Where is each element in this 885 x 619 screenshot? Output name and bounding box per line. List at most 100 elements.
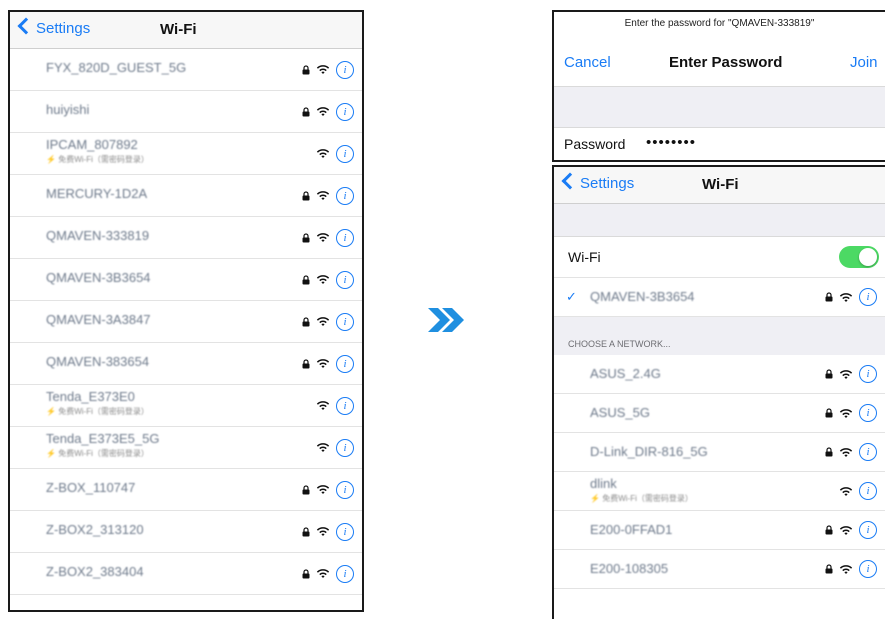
network-status-icons: i [825, 394, 877, 432]
network-row[interactable]: Z-BOX2_313120 i [10, 511, 362, 553]
network-name: Z-BOX2_313120 [46, 522, 144, 537]
network-name: ASUS_5G [590, 405, 650, 420]
left-settings-back-button[interactable]: Settings [16, 17, 91, 37]
network-row[interactable]: huiyishi i [10, 91, 362, 133]
network-name: D-Link_DIR-816_5G [590, 444, 708, 459]
network-row[interactable]: Tenda_E373E5_5G ⚡ 免费Wi-Fi（需密码登录） i [10, 427, 362, 469]
network-name: E200-108305 [590, 561, 669, 576]
info-icon[interactable]: i [859, 288, 877, 306]
cancel-button[interactable]: Cancel [564, 54, 611, 71]
info-icon[interactable]: i [336, 312, 354, 331]
network-name: QMAVEN-383654 [46, 354, 150, 369]
wifi-icon [316, 485, 330, 494]
network-row[interactable]: QMAVEN-3B3654 i [10, 259, 362, 301]
network-row[interactable]: FYX_820D_GUEST_5G i [10, 49, 362, 91]
chevron-left-icon [561, 172, 579, 190]
network-row[interactable]: E200-108305 i [554, 550, 885, 589]
password-field-label: Password [564, 136, 626, 152]
lock-icon [825, 525, 833, 535]
network-name: Z-BOX2_383404 [46, 564, 144, 579]
lock-icon [825, 369, 833, 379]
right-wifi-panel: Settings Wi-Fi Wi-Fi ✓ QMAVEN-3B3654 i C… [552, 165, 885, 619]
network-subtitle: ⚡ 免费Wi-Fi（需密码登录） [46, 406, 149, 417]
network-name: Tenda_E373E0 [46, 389, 135, 404]
network-row[interactable]: dlink ⚡ 免费Wi-Fi（需密码登录） i [554, 472, 885, 511]
network-name: FYX_820D_GUEST_5G [46, 60, 187, 75]
info-icon[interactable]: i [859, 443, 877, 461]
info-icon[interactable]: i [859, 404, 877, 422]
info-icon[interactable]: i [336, 480, 354, 499]
network-subtitle: ⚡ 免费Wi-Fi（需密码登录） [590, 493, 693, 504]
connected-network-row[interactable]: ✓ QMAVEN-3B3654 i [554, 278, 885, 317]
network-status-icons: i [839, 472, 877, 510]
network-name: dlink [590, 476, 617, 491]
network-status-icons: i [302, 343, 354, 384]
wifi-icon [316, 359, 330, 368]
wifi-icon [316, 317, 330, 326]
network-row[interactable]: QMAVEN-3A3847 i [10, 301, 362, 343]
network-status-icons: i [825, 550, 877, 588]
info-icon[interactable]: i [336, 396, 354, 415]
password-input[interactable]: •••••••• [646, 134, 696, 151]
info-icon[interactable]: i [859, 482, 877, 500]
info-icon[interactable]: i [859, 365, 877, 383]
network-row[interactable]: ASUS_2.4G i [554, 355, 885, 394]
connected-network-icons: i [825, 278, 877, 316]
wifi-toggle-row: Wi-Fi [554, 237, 885, 278]
join-button[interactable]: Join [850, 54, 878, 71]
network-name: E200-0FFAD1 [590, 522, 673, 537]
right-settings-back-button[interactable]: Settings [560, 172, 634, 192]
lock-icon [825, 447, 833, 457]
network-row[interactable]: D-Link_DIR-816_5G i [554, 433, 885, 472]
lock-icon [302, 358, 310, 368]
network-status-icons: i [302, 469, 354, 510]
wifi-icon [316, 233, 330, 242]
info-icon[interactable]: i [859, 521, 877, 539]
password-dialog: Enter the password for "QMAVEN-333819" C… [552, 10, 885, 162]
wifi-icon [839, 486, 853, 496]
left-back-label: Settings [36, 20, 91, 37]
wifi-icon [839, 447, 853, 457]
wifi-icon [316, 527, 330, 536]
double-chevron-right-icon [428, 308, 464, 332]
wifi-icon [316, 107, 330, 116]
info-icon[interactable]: i [859, 560, 877, 578]
network-row[interactable]: Z-BOX_110747 i [10, 469, 362, 511]
network-row[interactable]: E200-0FFAD1 i [554, 511, 885, 550]
network-row[interactable]: ASUS_5G i [554, 394, 885, 433]
network-row[interactable]: Z-BOX2_383404 i [10, 553, 362, 595]
info-icon[interactable]: i [336, 438, 354, 457]
lock-icon [302, 568, 310, 578]
info-icon[interactable]: i [336, 270, 354, 289]
wifi-toggle-label: Wi-Fi [568, 249, 601, 265]
info-icon[interactable]: i [336, 60, 354, 79]
network-subtitle-text: 免费Wi-Fi（需密码登录） [58, 449, 149, 458]
network-name: ASUS_2.4G [590, 366, 661, 381]
wifi-toggle[interactable] [839, 246, 879, 268]
network-row[interactable]: IPCAM_807892 ⚡ 免费Wi-Fi（需密码登录） i [10, 133, 362, 175]
info-icon[interactable]: i [336, 522, 354, 541]
network-row[interactable]: QMAVEN-333819 i [10, 217, 362, 259]
right-top-band [554, 204, 885, 237]
network-row[interactable]: Tenda_E373E0 ⚡ 免费Wi-Fi（需密码登录） i [10, 385, 362, 427]
network-name: QMAVEN-3B3654 [46, 270, 151, 285]
dialog-separator-band [554, 86, 885, 128]
network-subtitle-text: 免费Wi-Fi（需密码登录） [602, 494, 693, 503]
right-nav-bar: Settings Wi-Fi [554, 167, 885, 204]
network-status-icons: i [302, 217, 354, 258]
info-icon[interactable]: i [336, 186, 354, 205]
bolt-icon: ⚡ [46, 449, 56, 458]
network-row[interactable]: MERCURY-1D2A i [10, 175, 362, 217]
lock-icon [302, 232, 310, 242]
info-icon[interactable]: i [336, 144, 354, 163]
info-icon[interactable]: i [336, 354, 354, 373]
info-icon[interactable]: i [336, 564, 354, 583]
network-status-icons: i [316, 427, 354, 468]
network-status-icons: i [302, 175, 354, 216]
network-row[interactable]: QMAVEN-383654 i [10, 343, 362, 385]
wifi-icon [839, 292, 853, 302]
wifi-icon [316, 401, 330, 410]
info-icon[interactable]: i [336, 228, 354, 247]
info-icon[interactable]: i [336, 102, 354, 121]
wifi-icon [316, 443, 330, 452]
